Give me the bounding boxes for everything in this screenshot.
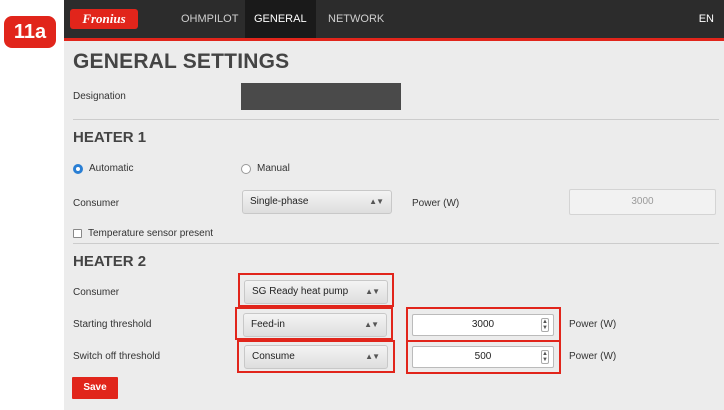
heater1-consumer-label: Consumer bbox=[73, 198, 120, 209]
heater1-power-field: 3000 bbox=[569, 189, 716, 215]
divider bbox=[73, 243, 719, 244]
step-badge: 11a bbox=[4, 16, 56, 48]
temperature-sensor-checkbox[interactable] bbox=[73, 229, 82, 238]
save-button[interactable]: Save bbox=[72, 377, 118, 399]
starting-threshold-label: Starting threshold bbox=[73, 319, 152, 330]
designation-input[interactable] bbox=[241, 83, 401, 110]
highlight-box bbox=[235, 307, 393, 340]
app-panel: Fronius OHMPILOT GENERAL NETWORK EN GENE… bbox=[64, 0, 724, 410]
page-title: GENERAL SETTINGS bbox=[73, 50, 290, 73]
manual-radio[interactable] bbox=[241, 164, 251, 174]
manual-radio-label: Manual bbox=[257, 163, 290, 174]
tab-ohmpilot[interactable]: OHMPILOT bbox=[172, 0, 247, 38]
language-selector[interactable]: EN bbox=[699, 0, 714, 38]
divider bbox=[73, 119, 719, 120]
switchoff-threshold-label: Switch off threshold bbox=[73, 351, 161, 362]
temperature-sensor-label: Temperature sensor present bbox=[88, 228, 214, 239]
heater1-power-label: Power (W) bbox=[412, 198, 460, 209]
designation-label: Designation bbox=[73, 91, 126, 102]
tab-general[interactable]: GENERAL bbox=[245, 0, 316, 38]
updown-arrows-icon: ▲▼ bbox=[369, 197, 384, 206]
heater1-title: HEATER 1 bbox=[73, 129, 147, 146]
tab-network[interactable]: NETWORK bbox=[319, 0, 393, 38]
heater2-title: HEATER 2 bbox=[73, 253, 147, 270]
fronius-logo: Fronius bbox=[70, 9, 138, 29]
starting-unit-label: Power (W) bbox=[569, 319, 617, 330]
switchoff-unit-label: Power (W) bbox=[569, 351, 617, 362]
heater2-consumer-label: Consumer bbox=[73, 287, 120, 298]
highlight-box bbox=[238, 273, 394, 307]
top-nav-bar: Fronius OHMPILOT GENERAL NETWORK EN bbox=[64, 0, 724, 41]
highlight-box bbox=[406, 340, 561, 374]
highlight-box bbox=[237, 340, 395, 373]
heater1-consumer-select[interactable]: Single-phase ▲▼ bbox=[242, 190, 392, 214]
automatic-radio[interactable] bbox=[73, 164, 83, 174]
automatic-radio-label: Automatic bbox=[89, 163, 134, 174]
heater1-consumer-value: Single-phase bbox=[250, 196, 309, 207]
highlight-box bbox=[406, 307, 561, 342]
